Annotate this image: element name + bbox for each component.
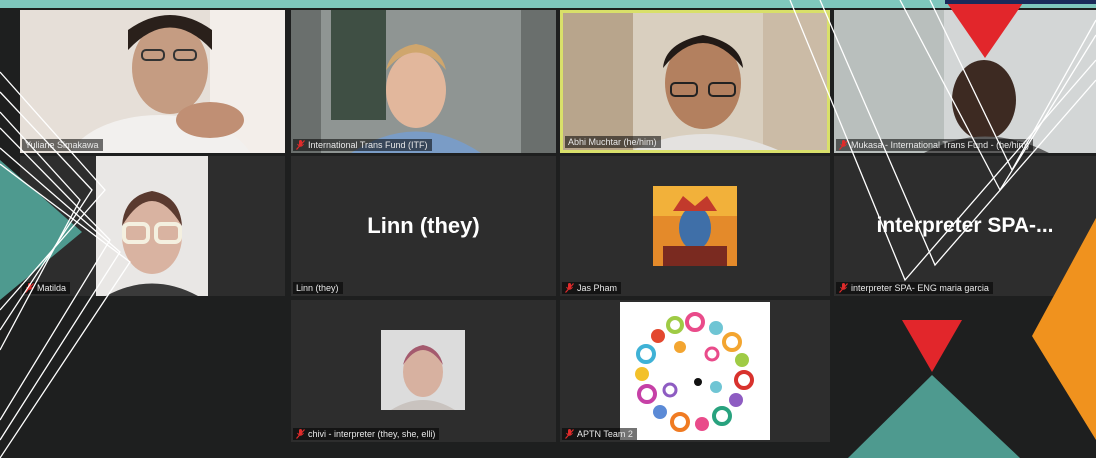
participant-tile-mukasa[interactable]: Mukasa - International Trans Fund - (he/… [834, 10, 1096, 153]
participant-display-name: Linn (they) [367, 213, 480, 238]
participant-avatar-image [653, 186, 737, 266]
participant-name: International Trans Fund (ITF) [293, 139, 432, 151]
participant-video [834, 10, 1096, 153]
participant-name: APTN Team 2 [562, 428, 637, 440]
participant-tile-aptn[interactable]: APTN Team 2 [560, 300, 830, 442]
participant-tile-abhi[interactable]: Abhi Muchtar (he/him) [560, 10, 830, 153]
muted-mic-icon [839, 283, 848, 293]
participant-tile-jas[interactable]: Jas Pham [560, 156, 830, 296]
participant-tile-itf[interactable]: International Trans Fund (ITF) [291, 10, 556, 153]
muted-mic-icon [565, 429, 574, 439]
participant-video [96, 156, 208, 296]
participant-tile-linn[interactable]: Linn (they) Linn (they) [291, 156, 556, 296]
muted-mic-icon [839, 140, 848, 150]
participant-name: interpreter SPA- ENG maria garcia [836, 282, 993, 294]
participant-name: Mukasa - International Trans Fund - (he/… [836, 139, 1034, 151]
participant-tile-interpreter-spa[interactable]: interpreter SPA-... interpreter SPA- ENG… [834, 156, 1096, 296]
participant-name: Yuliane Simakawa [22, 139, 103, 151]
participant-tile-yuliane[interactable]: Yuliane Simakawa [20, 10, 285, 153]
participant-name: Matilda [22, 282, 71, 294]
participant-tile-chivi[interactable]: chivi - interpreter (they, she, elli) [291, 300, 556, 442]
participant-name: Linn (they) [293, 282, 343, 294]
participant-name: chivi - interpreter (they, she, elli) [293, 428, 440, 440]
participant-video [291, 10, 556, 153]
participant-video [563, 13, 827, 150]
participant-name: Jas Pham [562, 282, 622, 294]
top-bar [0, 0, 1096, 8]
participant-tile-matilda[interactable]: Matilda [20, 156, 285, 296]
participant-video [20, 10, 285, 153]
participant-avatar-image [381, 330, 465, 410]
muted-mic-icon [25, 283, 34, 293]
teal-triangle-bottom [848, 375, 1020, 458]
muted-mic-icon [296, 429, 305, 439]
participant-avatar-image [620, 302, 770, 440]
participant-name: Abhi Muchtar (he/him) [565, 136, 661, 148]
red-triangle-bottom [902, 320, 962, 372]
muted-mic-icon [565, 283, 574, 293]
participant-display-name: interpreter SPA-... [876, 214, 1054, 237]
muted-mic-icon [296, 140, 305, 150]
